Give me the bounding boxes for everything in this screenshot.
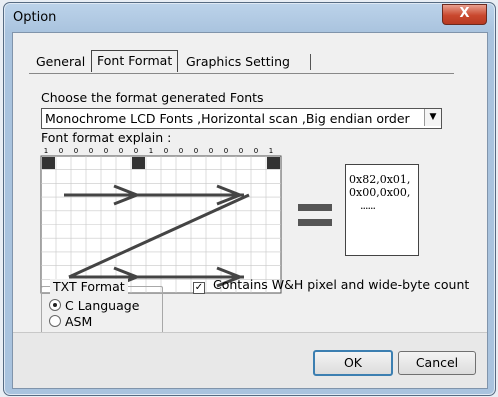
bit-label: 0 (179, 147, 183, 155)
radio-label: ASM (65, 314, 93, 329)
hex-ellipsis: ...... (360, 199, 376, 212)
tab-divider (310, 54, 311, 70)
radio-c-language[interactable]: C Language (49, 298, 139, 313)
radio-label: C Language (65, 298, 140, 313)
tab-general[interactable]: General (31, 52, 90, 71)
contains-wh-checkbox[interactable]: ✓ Contains W&H pixel and wide-byte count (193, 277, 470, 294)
bit-label: 0 (194, 147, 198, 155)
font-format-value: Monochrome LCD Fonts ,Horizontal scan ,B… (45, 111, 410, 126)
set-pixel (267, 157, 280, 169)
set-pixel (42, 157, 55, 169)
set-pixel (132, 157, 145, 169)
bit-label: 0 (104, 147, 108, 155)
chevron-down-icon[interactable]: ▼ (424, 109, 441, 126)
equals-bar-bottom (298, 219, 332, 226)
format-explain-label: Font format explain : (41, 130, 172, 145)
tab-font-format[interactable]: Font Format (91, 50, 179, 72)
scan-order-diagram: 1 0 0 0 0 0 0 1 0 0 0 0 0 0 0 1 (40, 147, 282, 294)
tab-graphics-setting[interactable]: Graphics Setting (181, 52, 295, 71)
bit-labels: 1 0 0 0 0 0 0 1 0 0 0 0 0 0 0 1 (44, 147, 273, 155)
hex-output-preview: 0x82,0x01, 0x00,0x00, ...... (345, 164, 419, 256)
bit-label: 0 (59, 147, 63, 155)
ok-button[interactable]: OK (313, 350, 393, 376)
bit-label: 0 (254, 147, 258, 155)
bit-label: 0 (134, 147, 138, 155)
hex-line: 0x00,0x00, (349, 186, 411, 199)
cancel-button[interactable]: Cancel (398, 351, 476, 375)
bit-label: 0 (89, 147, 93, 155)
txt-format-title: TXT Format (50, 279, 128, 294)
dialog-body: General Font Format Graphics Setting Cho… (12, 32, 488, 389)
close-icon: X (459, 6, 470, 21)
choose-format-label: Choose the format generated Fonts (41, 90, 264, 105)
option-dialog: Option X General Font Format Graphics Se… (3, 2, 496, 396)
hex-line: 0x82,0x01, (349, 173, 411, 186)
radio-empty-icon[interactable] (49, 315, 61, 327)
radio-selected-icon[interactable] (49, 299, 61, 311)
equals-icon (298, 204, 332, 228)
bit-label: 0 (164, 147, 168, 155)
checkbox-checked-icon[interactable]: ✓ (193, 282, 205, 294)
bit-label: 1 (269, 147, 273, 155)
bit-label: 1 (149, 147, 153, 155)
window-title: Option (13, 10, 57, 25)
bit-label: 0 (239, 147, 243, 155)
bit-label: 0 (209, 147, 213, 155)
bit-label: 0 (74, 147, 78, 155)
checkbox-label: Contains W&H pixel and wide-byte count (213, 277, 470, 292)
equals-bar-top (298, 204, 332, 211)
tab-panel-border (29, 73, 454, 74)
bit-label: 0 (224, 147, 228, 155)
bit-label: 1 (44, 147, 48, 155)
bit-label: 0 (119, 147, 123, 155)
close-button[interactable]: X (442, 4, 487, 25)
font-format-combo[interactable]: Monochrome LCD Fonts ,Horizontal scan ,B… (41, 108, 442, 129)
title-bar[interactable]: Option X (4, 3, 495, 33)
radio-asm[interactable]: ASM (49, 314, 92, 329)
